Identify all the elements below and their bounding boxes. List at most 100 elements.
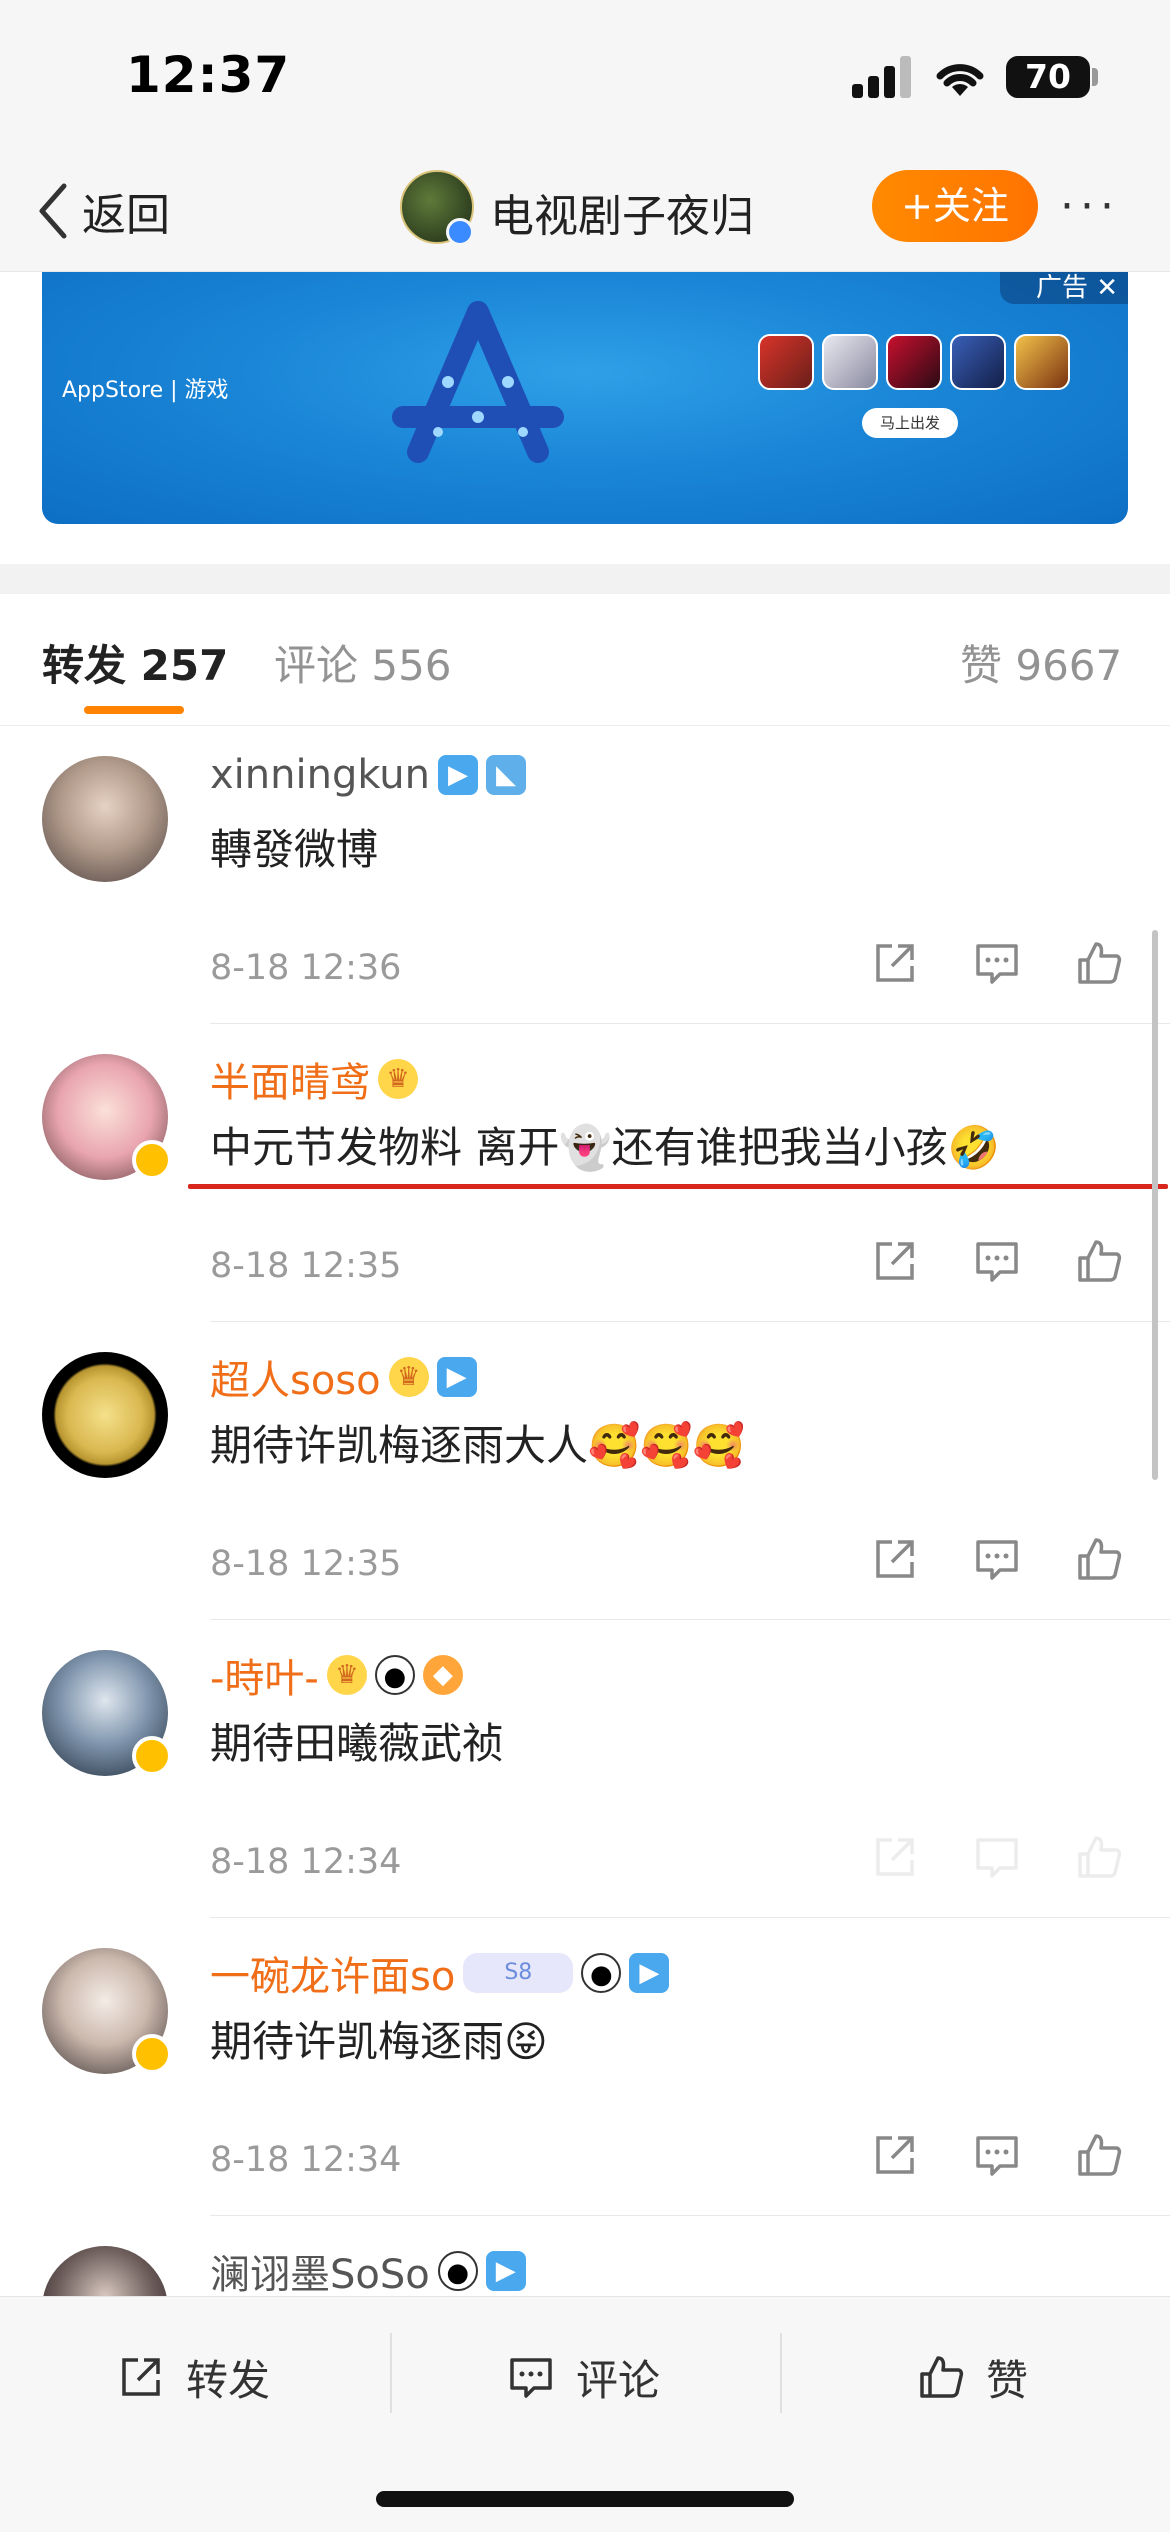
list-item: 超人soso ♛ ▶ 期待许凯梅逐雨大人🥰🥰🥰 8-18 12:35 bbox=[0, 1322, 1170, 1620]
tv-badge-icon: ▶ bbox=[436, 1357, 477, 1397]
timestamp: 8-18 12:35 bbox=[210, 1544, 402, 1584]
username[interactable]: 半面晴鸢 ♛ bbox=[210, 1050, 418, 1108]
battery-nub bbox=[1092, 68, 1098, 86]
share-icon[interactable] bbox=[870, 1236, 920, 1286]
username-text: 一碗龙许面so bbox=[210, 1954, 456, 2000]
ad-store-label: AppStore | 游戏 bbox=[62, 378, 229, 403]
like-icon[interactable] bbox=[1074, 1534, 1124, 1584]
vip-badge-icon bbox=[132, 1736, 172, 1776]
repost-text: 期待田曦薇武祯 bbox=[210, 1719, 505, 1768]
like-icon[interactable] bbox=[1074, 1236, 1124, 1286]
follow-button[interactable]: +关注 bbox=[872, 170, 1038, 242]
vip-badge-icon bbox=[132, 2034, 172, 2074]
ad-tag[interactable]: 广告 ✕ bbox=[1000, 272, 1128, 304]
scrollbar[interactable] bbox=[1152, 930, 1158, 1480]
like-icon bbox=[920, 2356, 964, 2398]
divider bbox=[780, 2333, 782, 2413]
crown-badge-icon: ♛ bbox=[378, 1059, 418, 1099]
share-icon bbox=[122, 2358, 160, 2396]
username-text: xinningkun bbox=[210, 752, 430, 798]
item-actions bbox=[870, 1534, 1124, 1584]
tv-badge-icon: ▶ bbox=[485, 2251, 526, 2291]
signal-icon bbox=[852, 56, 916, 98]
tv-badge-icon: ▶ bbox=[437, 755, 478, 795]
comment-icon[interactable] bbox=[972, 1832, 1022, 1882]
list-item: 一碗龙许面so S8 ● ▶ 期待许凯梅逐雨😝 8-18 12:34 bbox=[0, 1918, 1170, 2216]
share-icon[interactable] bbox=[870, 2130, 920, 2180]
page-title: 电视剧子夜归 bbox=[490, 191, 754, 242]
username-text: -時叶- bbox=[210, 1656, 319, 1702]
more-button[interactable]: ··· bbox=[1060, 180, 1132, 234]
comment-icon[interactable] bbox=[972, 938, 1022, 988]
username[interactable]: -時叶- ♛ ● ◆ bbox=[210, 1646, 463, 1704]
section-separator bbox=[0, 564, 1170, 594]
game-icon bbox=[758, 334, 814, 390]
crown-badge-icon: ♛ bbox=[388, 1357, 429, 1397]
ad-game-icons bbox=[758, 334, 1070, 390]
ad-banner[interactable]: AppStore | 游戏 马上出发 bbox=[42, 272, 1128, 524]
vip-badge-icon bbox=[132, 1140, 172, 1180]
like-label: 赞 bbox=[986, 2355, 1029, 2405]
status-time: 12:37 bbox=[126, 46, 291, 104]
bottom-action-bar: 转发 评论 赞 bbox=[0, 2296, 1170, 2532]
like-button[interactable]: 赞 bbox=[916, 2337, 1028, 2417]
avatar[interactable] bbox=[42, 1352, 168, 1478]
share-icon[interactable] bbox=[870, 938, 920, 988]
repost-button[interactable]: 转发 bbox=[116, 2337, 270, 2417]
item-actions bbox=[870, 938, 1124, 988]
back-label: 返回 bbox=[82, 190, 170, 241]
username-text: 超人soso bbox=[210, 1358, 381, 1404]
list-item: 半面晴鸢 ♛ 中元节发物料 离开👻还有谁把我当小孩🤣 8-18 12:35 bbox=[0, 1024, 1170, 1322]
tv-badge-icon: ▶ bbox=[629, 1953, 670, 1993]
tab-repost[interactable]: 转发 257 bbox=[42, 632, 228, 693]
highlight-underline bbox=[188, 1184, 1168, 1189]
username[interactable]: 一碗龙许面so S8 ● ▶ bbox=[210, 1944, 670, 2002]
item-actions bbox=[870, 1832, 1124, 1882]
like-icon[interactable] bbox=[1074, 2130, 1124, 2180]
crown-badge-icon: ♛ bbox=[326, 1655, 367, 1695]
divider bbox=[390, 2333, 392, 2413]
fan-level-badge: S8 bbox=[463, 1953, 574, 1993]
avatar[interactable] bbox=[42, 756, 168, 882]
comment-icon bbox=[510, 2358, 552, 2398]
wifi-icon bbox=[936, 64, 984, 96]
tab-comment[interactable]: 评论 556 bbox=[274, 632, 452, 693]
repost-label: 转发 bbox=[186, 2355, 271, 2405]
list-item: xinningkun ▶ ◣ 轉發微博 8-18 12:36 bbox=[0, 726, 1170, 1024]
item-actions bbox=[870, 1236, 1124, 1286]
list-item: -時叶- ♛ ● ◆ 期待田曦薇武祯 8-18 12:34 bbox=[0, 1620, 1170, 1918]
game-icon bbox=[886, 334, 942, 390]
like-icon[interactable] bbox=[1074, 938, 1124, 988]
tab-like[interactable]: 赞 9667 bbox=[960, 632, 1122, 693]
username[interactable]: 超人soso ♛ ▶ bbox=[210, 1348, 477, 1406]
share-icon[interactable] bbox=[870, 1832, 920, 1882]
username[interactable]: 澜诩墨SoSo ● ▶ bbox=[210, 2242, 526, 2300]
like-icon[interactable] bbox=[1074, 1832, 1124, 1882]
comment-button[interactable]: 评论 bbox=[506, 2337, 660, 2417]
repost-text: 轉發微博 bbox=[210, 825, 379, 874]
timestamp: 8-18 12:34 bbox=[210, 1842, 402, 1882]
ad-cta-button[interactable]: 马上出发 bbox=[862, 408, 958, 438]
repost-text: 期待许凯梅逐雨😝 bbox=[210, 2017, 548, 2066]
app-store-logo-icon bbox=[392, 301, 564, 463]
comment-label: 评论 bbox=[576, 2355, 661, 2405]
game-icon bbox=[822, 334, 878, 390]
comment-icon[interactable] bbox=[972, 1534, 1022, 1584]
comment-icon[interactable] bbox=[972, 2130, 1022, 2180]
panda-badge-icon: ● bbox=[437, 2251, 478, 2291]
item-actions bbox=[870, 2130, 1124, 2180]
timestamp: 8-18 12:36 bbox=[210, 948, 402, 988]
repost-text: 中元节发物料 离开👻还有谁把我当小孩🤣 bbox=[210, 1123, 1000, 1172]
back-button[interactable]: 返回 bbox=[32, 178, 170, 244]
comment-icon[interactable] bbox=[972, 1236, 1022, 1286]
game-icon bbox=[1014, 334, 1070, 390]
battery-icon: 70 bbox=[1006, 56, 1090, 98]
username[interactable]: xinningkun ▶ ◣ bbox=[210, 752, 526, 798]
verified-badge-icon bbox=[446, 218, 474, 246]
repost-list: xinningkun ▶ ◣ 轉發微博 8-18 12:36 半面晴鸢 ♛ 中元… bbox=[0, 726, 1170, 2514]
username-text: 半面晴鸢 bbox=[210, 1060, 370, 1106]
username-text: 澜诩墨SoSo bbox=[210, 2252, 430, 2298]
shark-badge-icon: ◣ bbox=[485, 755, 526, 795]
fish-badge-icon: ◆ bbox=[422, 1655, 463, 1695]
share-icon[interactable] bbox=[870, 1534, 920, 1584]
